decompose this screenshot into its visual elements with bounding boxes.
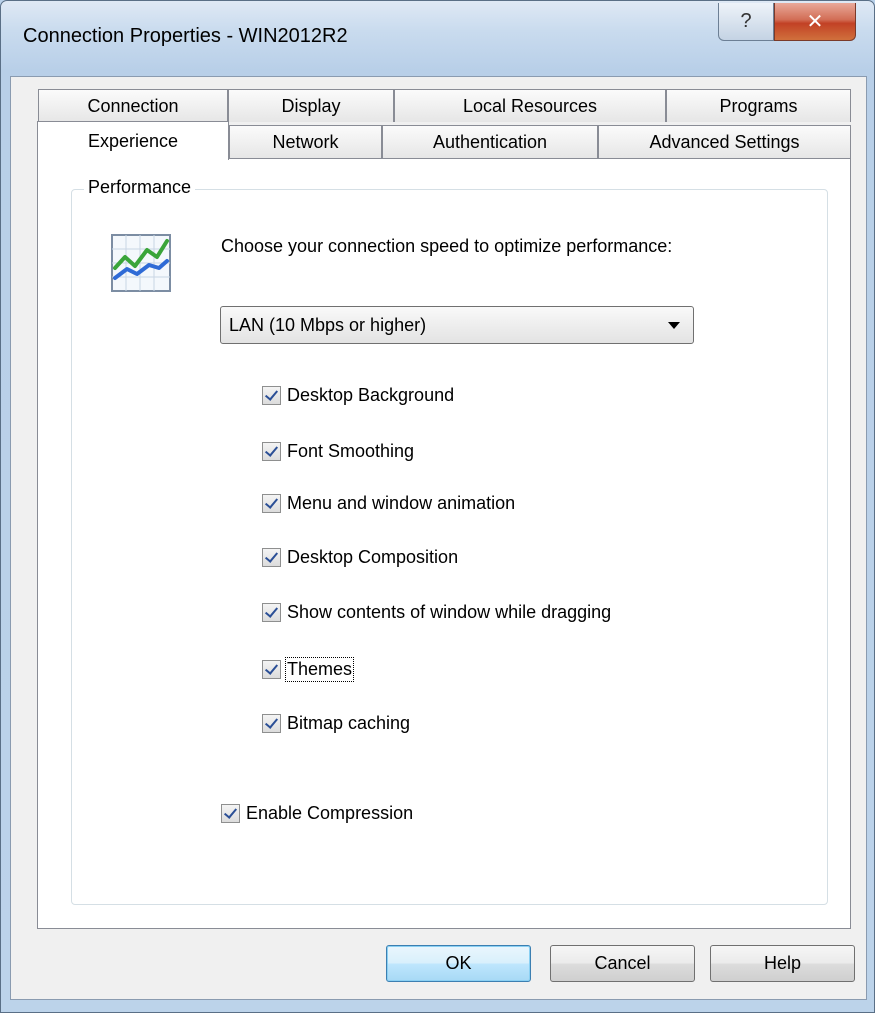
checkbox-label: Desktop Background	[287, 384, 455, 405]
connection-properties-window: Connection Properties - WIN2012R2 ? ✕ Co…	[0, 0, 875, 1013]
title-close-button[interactable]: ✕	[774, 3, 856, 41]
chevron-down-icon	[668, 322, 680, 329]
checkbox-box[interactable]	[262, 713, 281, 733]
checkbox-box[interactable]	[262, 385, 281, 405]
enable-compression-checkbox[interactable]: Enable Compression	[221, 800, 413, 826]
checkbox-label: Themes	[284, 656, 355, 682]
title-bar[interactable]: Connection Properties - WIN2012R2 ? ✕	[1, 1, 874, 76]
cancel-button-label: Cancel	[594, 953, 651, 973]
window-title: Connection Properties - WIN2012R2	[23, 25, 348, 47]
tab-experience[interactable]: Experience	[37, 121, 229, 160]
experience-panel: Performance Choose your connection speed…	[37, 158, 851, 929]
checkbox-label: Font Smoothing	[287, 440, 415, 461]
checkbox-box[interactable]	[262, 659, 281, 679]
connection-speed-select[interactable]: LAN (10 Mbps or higher)	[220, 306, 694, 344]
help-button[interactable]: Help	[710, 945, 855, 982]
tab-label: Connection	[87, 95, 179, 116]
tab-label: Display	[281, 95, 341, 116]
tab-programs[interactable]: Programs	[666, 89, 851, 122]
performance-group-label: Performance	[84, 177, 196, 198]
tab-connection[interactable]: Connection	[38, 89, 228, 122]
themes-checkbox[interactable]: Themes	[262, 656, 355, 682]
tab-label: Experience	[87, 130, 179, 151]
checkbox-label: Menu and window animation	[287, 492, 516, 513]
speed-prompt-text: Choose your connection speed to optimize…	[221, 236, 673, 256]
checkbox-box[interactable]	[221, 803, 240, 823]
tab-label: Advanced Settings	[649, 131, 800, 152]
tab-local-resources[interactable]: Local Resources	[394, 89, 666, 122]
performance-groupbox: Performance Choose your connection speed…	[71, 177, 828, 905]
checkbox-label: Show contents of window while dragging	[287, 601, 612, 622]
dialog-client-area: Connection Display Local Resources Progr…	[10, 76, 867, 1000]
help-icon: ?	[740, 10, 752, 32]
checkbox-box[interactable]	[262, 547, 281, 567]
checkbox-label: Bitmap caching	[287, 712, 411, 733]
checkbox-box[interactable]	[262, 493, 281, 513]
checkbox-label: Enable Compression	[246, 802, 414, 823]
tab-display[interactable]: Display	[228, 89, 394, 122]
performance-chart-icon	[111, 234, 171, 292]
tab-label: Local Resources	[462, 95, 598, 116]
menu-window-animation-checkbox[interactable]: Menu and window animation	[262, 490, 515, 516]
tab-label: Programs	[719, 95, 798, 116]
show-window-contents-checkbox[interactable]: Show contents of window while dragging	[262, 599, 611, 625]
tab-advanced-settings[interactable]: Advanced Settings	[598, 125, 851, 158]
tab-authentication[interactable]: Authentication	[382, 125, 598, 158]
font-smoothing-checkbox[interactable]: Font Smoothing	[262, 438, 414, 464]
connection-speed-value: LAN (10 Mbps or higher)	[229, 314, 427, 335]
bitmap-caching-checkbox[interactable]: Bitmap caching	[262, 710, 410, 736]
tab-network[interactable]: Network	[229, 125, 382, 158]
desktop-composition-checkbox[interactable]: Desktop Composition	[262, 544, 458, 570]
cancel-button[interactable]: Cancel	[550, 945, 695, 982]
checkbox-box[interactable]	[262, 602, 281, 622]
help-button-label: Help	[763, 953, 802, 973]
title-help-button[interactable]: ?	[718, 3, 774, 41]
ok-button[interactable]: OK	[386, 945, 531, 982]
close-icon: ✕	[806, 11, 824, 33]
checkbox-label: Desktop Composition	[287, 546, 459, 567]
desktop-background-checkbox[interactable]: Desktop Background	[262, 382, 454, 408]
ok-button-label: OK	[445, 953, 472, 973]
tab-label: Authentication	[432, 131, 548, 152]
checkbox-box[interactable]	[262, 441, 281, 461]
tab-label: Network	[272, 131, 339, 152]
